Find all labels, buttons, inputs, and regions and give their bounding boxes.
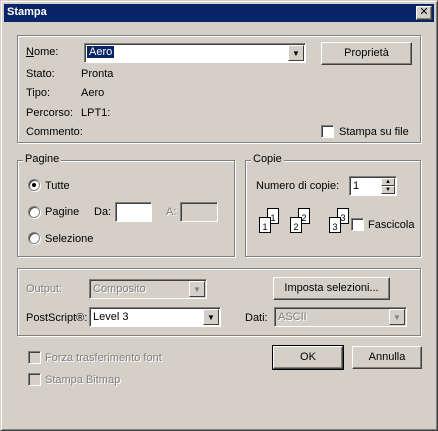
comment-label: Commento: xyxy=(26,126,83,138)
printer-name-value: Aero xyxy=(87,46,115,58)
radio-selection[interactable] xyxy=(28,232,40,244)
path-label: Percorso: xyxy=(26,107,74,119)
radio-pages-label[interactable]: Pagine xyxy=(45,206,79,218)
print-bitmap-checkbox[interactable] xyxy=(28,373,41,386)
print-bitmap-label[interactable]: Stampa Bitmap xyxy=(45,374,120,386)
copies-legend: Copie xyxy=(251,153,284,165)
chevron-down-icon[interactable]: ▼ xyxy=(288,45,304,61)
postscript-value: Level 3 xyxy=(93,311,129,323)
title-bar: Stampa ✕ xyxy=(4,4,434,22)
output-value: Composito xyxy=(93,283,146,295)
data-value: ASCII xyxy=(278,311,307,323)
collate-page-icon: 2 xyxy=(290,217,302,233)
data-dropdown[interactable]: ASCII ▼ xyxy=(274,307,407,327)
close-button[interactable]: ✕ xyxy=(416,6,432,20)
collate-label[interactable]: Fascicola xyxy=(368,219,414,231)
status-label: Stato: xyxy=(26,68,55,80)
printer-name-dropdown[interactable]: Aero ▼ xyxy=(84,43,306,63)
print-dialog: Stampa ✕ Nome: Aero ▼ Proprietà Stato: P… xyxy=(0,0,438,431)
radio-selection-label[interactable]: Selezione xyxy=(45,233,93,245)
pages-legend: Pagine xyxy=(23,153,62,165)
from-label: Da: xyxy=(94,206,112,218)
cancel-button[interactable]: Annulla xyxy=(352,346,422,369)
chevron-down-icon[interactable]: ▼ xyxy=(389,309,405,325)
window-title: Stampa xyxy=(7,6,47,18)
print-to-file-label[interactable]: Stampa su file xyxy=(339,126,409,138)
radio-all-label[interactable]: Tutte xyxy=(45,180,70,192)
spin-up-icon[interactable]: ▲ xyxy=(381,178,395,186)
path-value: LPT1: xyxy=(81,107,111,119)
printer-name-label: Nome: xyxy=(26,46,59,58)
radio-pages[interactable] xyxy=(28,206,40,218)
collate-page-icon: 1 xyxy=(259,217,271,233)
force-font-checkbox[interactable] xyxy=(28,351,41,364)
setup-selections-button[interactable]: Imposta selezioni... xyxy=(273,277,390,300)
type-label: Tipo: xyxy=(26,87,51,99)
collate-checkbox[interactable] xyxy=(351,218,364,231)
ok-button[interactable]: OK xyxy=(272,345,344,370)
postscript-dropdown[interactable]: Level 3 ▼ xyxy=(89,307,221,327)
status-value: Pronta xyxy=(81,68,114,80)
output-label: Output: xyxy=(26,283,63,295)
spin-down-icon[interactable]: ▼ xyxy=(381,186,395,194)
print-to-file-checkbox[interactable] xyxy=(321,125,334,138)
from-input[interactable] xyxy=(115,202,152,222)
collate-page-icon: 3 xyxy=(329,217,341,233)
force-font-label[interactable]: Forza trasferimento font xyxy=(45,352,162,364)
data-label: Dati: xyxy=(245,312,268,324)
type-value: Aero xyxy=(81,87,105,99)
postscript-label: PostScript®: xyxy=(26,312,88,324)
radio-all[interactable] xyxy=(28,179,40,191)
copies-count-label: Numero di copie: xyxy=(256,180,340,192)
properties-button[interactable]: Proprietà xyxy=(321,42,412,65)
to-label: A: xyxy=(166,206,177,218)
to-input[interactable] xyxy=(180,202,218,222)
chevron-down-icon[interactable]: ▼ xyxy=(189,281,205,297)
chevron-down-icon[interactable]: ▼ xyxy=(203,309,219,325)
copies-count-input[interactable]: 1 ▲ ▼ xyxy=(349,176,397,196)
close-icon: ✕ xyxy=(419,6,429,18)
output-dropdown[interactable]: Composito ▼ xyxy=(89,279,207,299)
